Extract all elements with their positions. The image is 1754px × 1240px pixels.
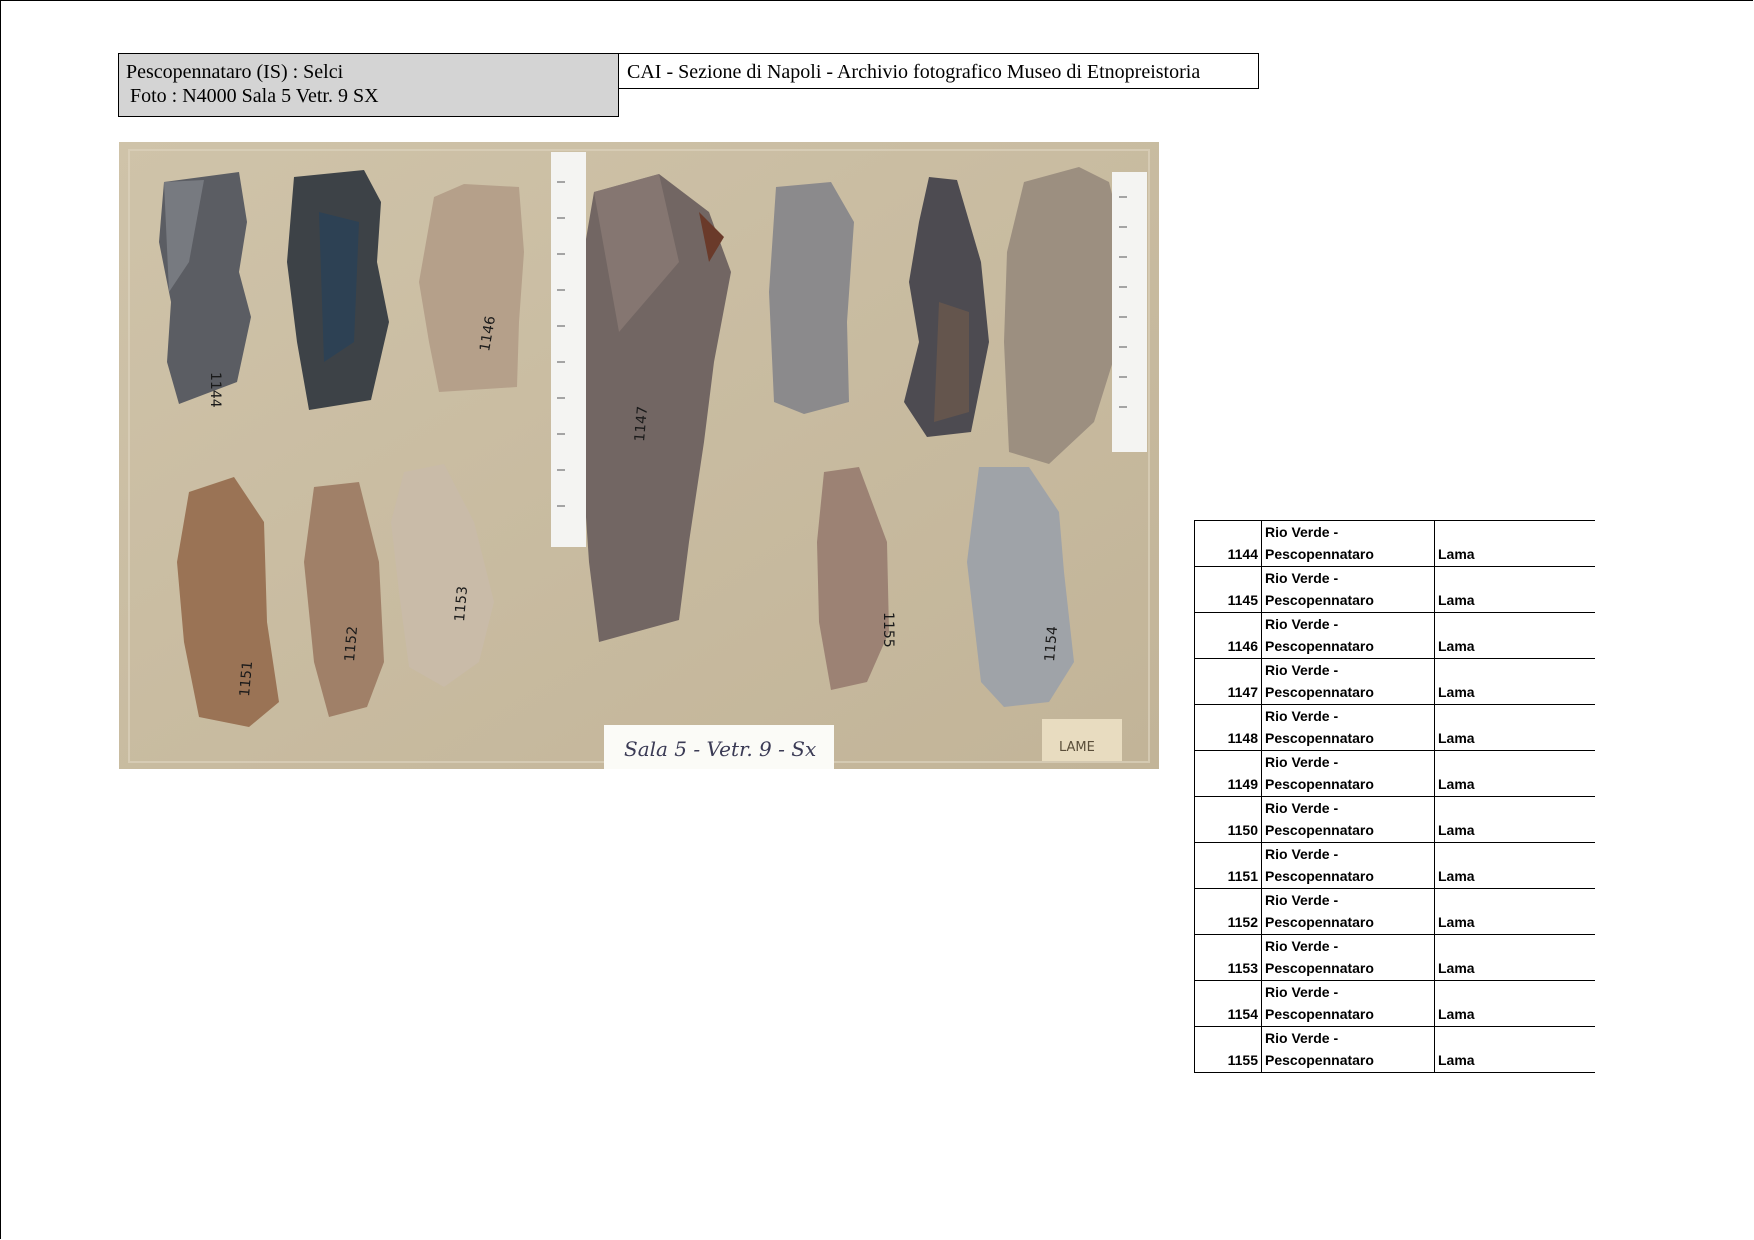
inventory-type: Lama	[1434, 704, 1595, 751]
inventory-number: 1152	[1194, 888, 1262, 935]
inventory-type: Lama	[1434, 658, 1595, 705]
location-line-1: Rio Verde -	[1265, 754, 1339, 770]
inventory-location: Rio Verde - Pescopennataro	[1261, 980, 1435, 1027]
header-site-box: Pescopennataro (IS) : Selci Foto : N4000…	[118, 53, 619, 117]
inventory-type: Lama	[1434, 1026, 1595, 1073]
inventory-location: Rio Verde - Pescopennataro	[1261, 1026, 1435, 1073]
inventory-location: Rio Verde - Pescopennataro	[1261, 566, 1435, 613]
inventory-location: Rio Verde - Pescopennataro	[1261, 520, 1435, 567]
inventory-table: 1144 Rio Verde - Pescopennataro Lama 1145 Rio…	[1194, 520, 1595, 1073]
flint-label-1153: 1153	[452, 585, 471, 622]
inventory-type: Lama	[1434, 566, 1595, 613]
inventory-type: Lama	[1434, 980, 1595, 1027]
table-row: 1149 Rio Verde - Pescopennataro Lama	[1194, 750, 1595, 797]
inventory-location: Rio Verde - Pescopennataro	[1261, 934, 1435, 981]
ruler-vertical-1	[551, 152, 586, 547]
table-row: 1145 Rio Verde - Pescopennataro Lama	[1194, 566, 1595, 613]
location-line-1: Rio Verde -	[1265, 800, 1339, 816]
location-line-1: Rio Verde -	[1265, 892, 1339, 908]
location-line-1: Rio Verde -	[1265, 616, 1339, 632]
inventory-type: Lama	[1434, 750, 1595, 797]
inventory-number: 1146	[1194, 612, 1262, 659]
site-line: Pescopennataro (IS) : Selci	[126, 61, 344, 83]
inventory-location: Rio Verde - Pescopennataro	[1261, 888, 1435, 935]
table-row: 1152 Rio Verde - Pescopennataro Lama	[1194, 888, 1595, 935]
inventory-number: 1144	[1194, 520, 1262, 567]
inventory-number: 1150	[1194, 796, 1262, 843]
inventory-number: 1151	[1194, 842, 1262, 889]
header-archive-box: CAI - Sezione di Napoli - Archivio fotog…	[619, 53, 1259, 89]
table-row: 1147 Rio Verde - Pescopennataro Lama	[1194, 658, 1595, 705]
flint-1148	[769, 182, 854, 414]
inventory-type: Lama	[1434, 888, 1595, 935]
table-row: 1154 Rio Verde - Pescopennataro Lama	[1194, 980, 1595, 1027]
inventory-number: 1153	[1194, 934, 1262, 981]
flint-label-1152: 1152	[342, 625, 361, 662]
location-line-1: Rio Verde -	[1265, 570, 1339, 586]
location-line-2: Pescopennataro	[1265, 684, 1374, 700]
table-row: 1146 Rio Verde - Pescopennataro Lama	[1194, 612, 1595, 659]
inventory-location: Rio Verde - Pescopennataro	[1261, 704, 1435, 751]
location-line-2: Pescopennataro	[1265, 1006, 1374, 1022]
inventory-number: 1149	[1194, 750, 1262, 797]
location-line-1: Rio Verde -	[1265, 984, 1339, 1000]
location-line-1: Rio Verde -	[1265, 524, 1339, 540]
inventory-type: Lama	[1434, 612, 1595, 659]
location-line-2: Pescopennataro	[1265, 592, 1374, 608]
location-line-2: Pescopennataro	[1265, 822, 1374, 838]
location-line-1: Rio Verde -	[1265, 1030, 1339, 1046]
flint-label-1144: 1144	[207, 372, 223, 408]
inventory-type: Lama	[1434, 934, 1595, 981]
inventory-type: Lama	[1434, 520, 1595, 567]
photo-line: Foto : N4000 Sala 5 Vetr. 9 SX	[130, 85, 379, 107]
table-row: 1155 Rio Verde - Pescopennataro Lama	[1194, 1026, 1595, 1073]
location-line-2: Pescopennataro	[1265, 776, 1374, 792]
location-line-2: Pescopennataro	[1265, 638, 1374, 654]
location-line-2: Pescopennataro	[1265, 868, 1374, 884]
table-row: 1151 Rio Verde - Pescopennataro Lama	[1194, 842, 1595, 889]
table-row: 1148 Rio Verde - Pescopennataro Lama	[1194, 704, 1595, 751]
label-card-text: Sala 5 - Vetr. 9 - Sx	[624, 737, 816, 761]
inventory-number: 1147	[1194, 658, 1262, 705]
inventory-number: 1148	[1194, 704, 1262, 751]
location-line-1: Rio Verde -	[1265, 708, 1339, 724]
artifact-photo: 1144 1146 1147 1151 1152 1153 1155 1154 …	[119, 142, 1159, 769]
location-line-1: Rio Verde -	[1265, 846, 1339, 862]
flint-label-1151: 1151	[237, 660, 256, 697]
flint-label-1154: 1154	[1042, 625, 1061, 662]
table-row: 1153 Rio Verde - Pescopennataro Lama	[1194, 934, 1595, 981]
inventory-number: 1145	[1194, 566, 1262, 613]
location-line-2: Pescopennataro	[1265, 960, 1374, 976]
corner-tag-text: LAME	[1059, 740, 1095, 755]
inventory-location: Rio Verde - Pescopennataro	[1261, 842, 1435, 889]
inventory-location: Rio Verde - Pescopennataro	[1261, 658, 1435, 705]
flint-label-1147: 1147	[632, 405, 651, 442]
table-row: 1150 Rio Verde - Pescopennataro Lama	[1194, 796, 1595, 843]
location-line-2: Pescopennataro	[1265, 546, 1374, 562]
inventory-number: 1154	[1194, 980, 1262, 1027]
inventory-number: 1155	[1194, 1026, 1262, 1073]
inventory-type: Lama	[1434, 796, 1595, 843]
flint-1146	[419, 184, 524, 392]
location-line-1: Rio Verde -	[1265, 662, 1339, 678]
location-line-2: Pescopennataro	[1265, 914, 1374, 930]
inventory-type: Lama	[1434, 842, 1595, 889]
location-line-1: Rio Verde -	[1265, 938, 1339, 954]
table-row: 1144 Rio Verde - Pescopennataro Lama	[1194, 520, 1595, 567]
archive-line: CAI - Sezione di Napoli - Archivio fotog…	[627, 61, 1201, 83]
inventory-location: Rio Verde - Pescopennataro	[1261, 750, 1435, 797]
location-line-2: Pescopennataro	[1265, 730, 1374, 746]
ruler-vertical-2	[1112, 172, 1147, 452]
flint-label-1155: 1155	[880, 612, 896, 648]
location-line-2: Pescopennataro	[1265, 1052, 1374, 1068]
inventory-location: Rio Verde - Pescopennataro	[1261, 796, 1435, 843]
inventory-location: Rio Verde - Pescopennataro	[1261, 612, 1435, 659]
